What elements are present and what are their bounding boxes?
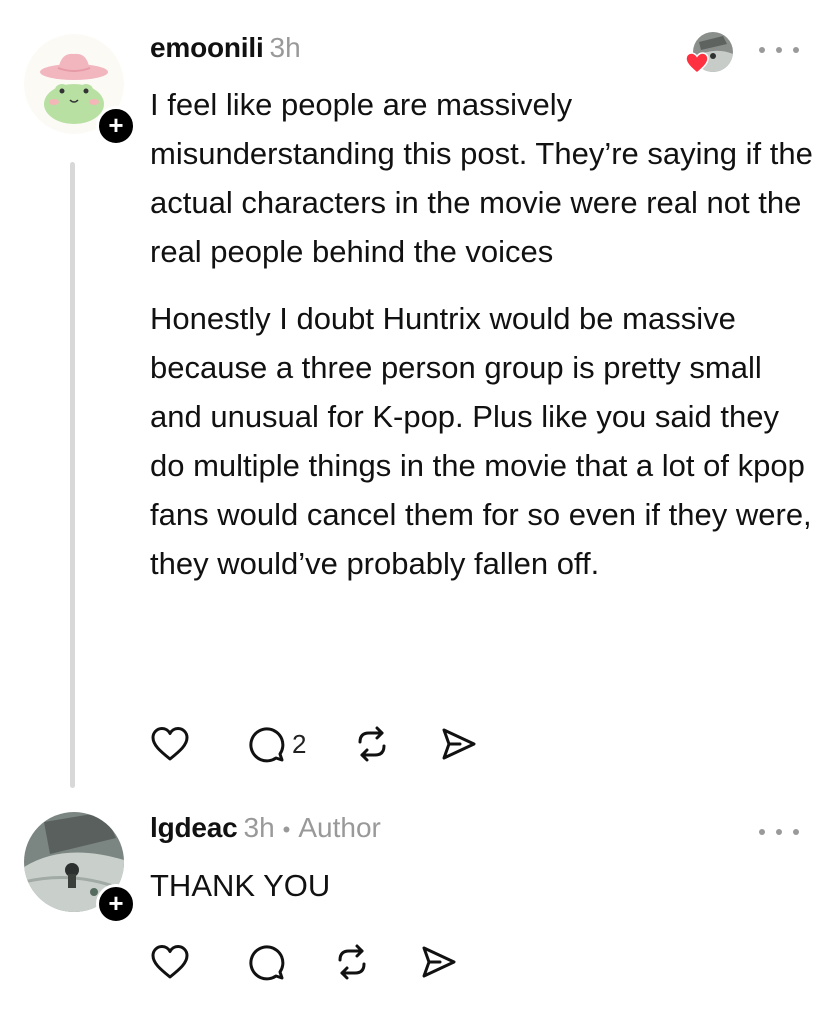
comment-body: THANK YOU: [150, 861, 820, 910]
comment-paragraph: THANK YOU: [150, 868, 331, 903]
heart-icon: [151, 945, 189, 979]
more-options-icon[interactable]: [759, 40, 799, 60]
timestamp: 3h: [269, 32, 301, 63]
comment-emoonili: + emoonili 3h I feel like people are mas…: [0, 0, 839, 800]
username[interactable]: emoonili: [150, 32, 264, 64]
username[interactable]: lgdeac: [150, 812, 238, 844]
more-options-icon[interactable]: [759, 822, 799, 842]
repost-button[interactable]: [352, 724, 392, 764]
comment-paragraph: I feel like people are massively misunde…: [150, 87, 813, 269]
avatar-emoonili-wrap[interactable]: +: [24, 34, 136, 146]
send-icon: [442, 728, 476, 760]
liked-by-author-indicator: [685, 32, 733, 80]
repost-icon: [338, 944, 366, 980]
heart-filled-icon: [685, 52, 709, 74]
author-label: Author: [298, 812, 381, 843]
thread-line: [70, 162, 75, 788]
like-button[interactable]: [150, 726, 190, 762]
reply-button[interactable]: [246, 942, 286, 982]
comment-header: lgdeac 3h • Author: [150, 812, 381, 852]
comment-body: I feel like people are massively misunde…: [150, 80, 820, 588]
comment-paragraph: Honestly I doubt Huntrix would be massiv…: [150, 301, 812, 581]
timestamp: 3h: [243, 812, 275, 843]
avatar-lgdeac-wrap[interactable]: +: [24, 812, 136, 924]
comment-icon: [249, 727, 285, 763]
heart-icon: [151, 727, 189, 761]
reply-button[interactable]: 2: [246, 724, 306, 764]
action-bar: [150, 940, 504, 984]
share-button[interactable]: [438, 724, 478, 764]
like-button[interactable]: [150, 944, 190, 980]
action-bar: 2: [150, 722, 524, 766]
reply-count: 2: [292, 728, 307, 759]
comment-icon: [249, 945, 285, 981]
send-icon: [422, 946, 456, 978]
follow-plus-icon[interactable]: +: [96, 106, 136, 146]
comment-lgdeac: + lgdeac 3h • Author THANK YOU: [0, 800, 839, 1023]
repost-icon: [358, 726, 386, 762]
separator-dot: •: [282, 817, 291, 842]
comment-header: emoonili 3h: [150, 32, 301, 72]
share-button[interactable]: [418, 942, 458, 982]
repost-button[interactable]: [332, 942, 372, 982]
follow-plus-icon[interactable]: +: [96, 884, 136, 924]
